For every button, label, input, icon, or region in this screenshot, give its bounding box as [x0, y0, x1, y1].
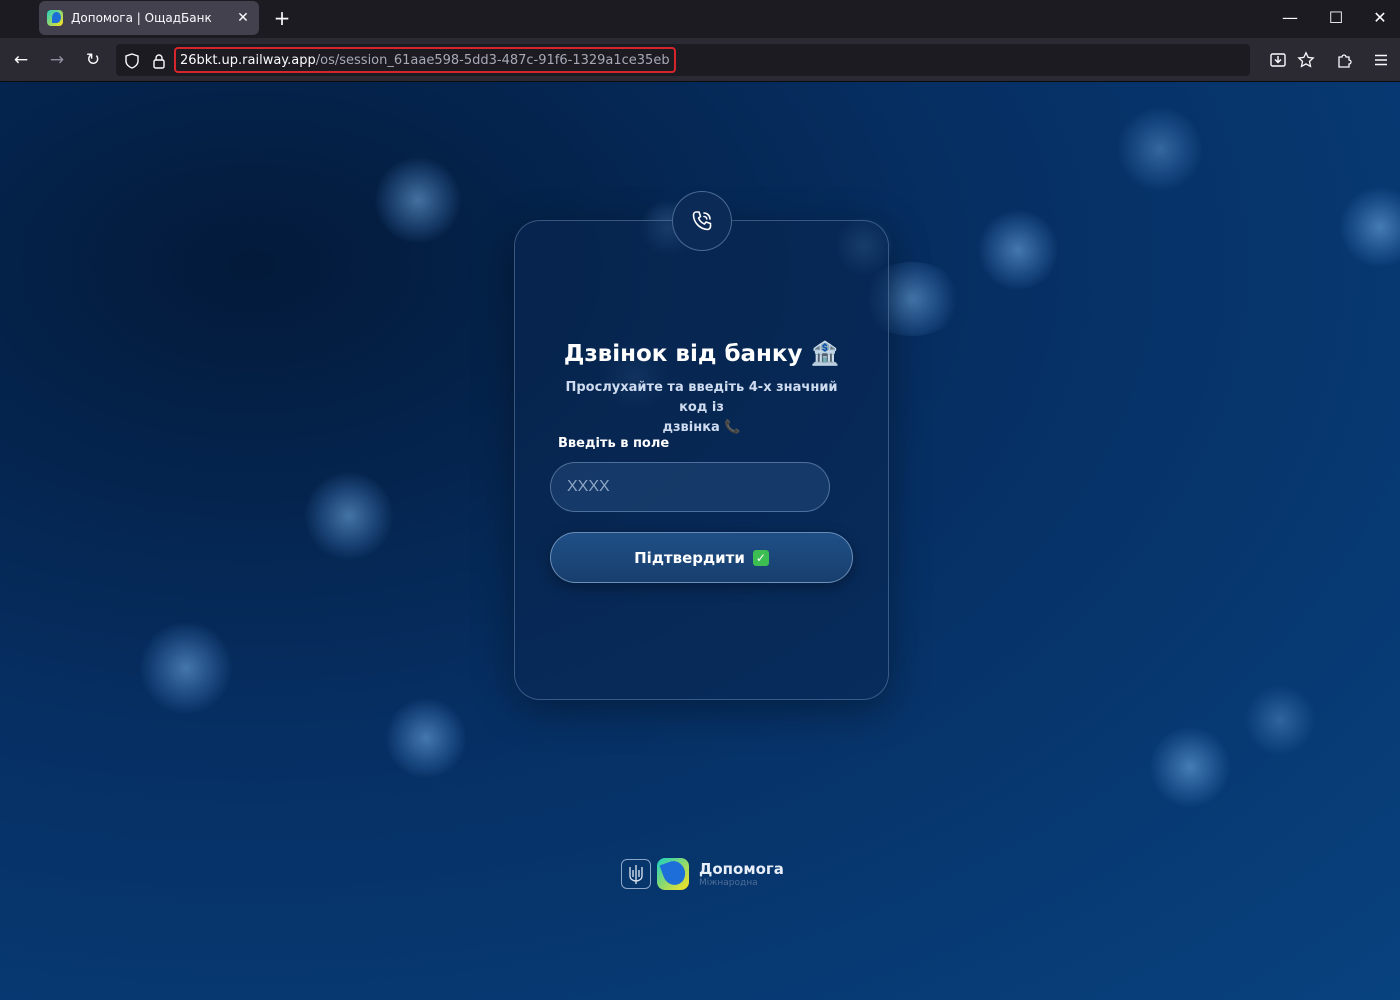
tab-close-icon[interactable]: ✕ [235, 10, 251, 26]
brand-text: Допомога Міжнародна [699, 860, 784, 889]
new-tab-button[interactable]: + [272, 7, 292, 29]
bokeh-light [978, 210, 1058, 290]
bokeh-light [375, 157, 461, 243]
bokeh-light [140, 622, 232, 714]
check-mark-icon: ✓ [752, 549, 769, 566]
window-maximize-button[interactable]: ☐ [1324, 6, 1348, 30]
brand-name: Допомога [699, 859, 784, 878]
confirm-button[interactable]: Підтвердити ✓ [550, 532, 853, 583]
menu-icon[interactable] [1370, 49, 1392, 71]
code-field-label: Введіть в поле [558, 436, 670, 451]
bokeh-light [1245, 685, 1315, 755]
forward-button[interactable]: → [46, 49, 68, 71]
bokeh-light [1150, 727, 1230, 807]
browser-nav-bar: ← → ↻ 26bkt.up.railway.app/os/session_61… [0, 38, 1400, 82]
bokeh-light [1340, 187, 1400, 267]
tab-title: Допомога | ОщадБанк [71, 11, 212, 25]
lock-icon[interactable] [149, 49, 169, 71]
bokeh-light [1118, 107, 1202, 191]
card-title: Дзвінок від банку 🏦 [563, 341, 840, 367]
url-text[interactable]: 26bkt.up.railway.app/os/session_61aae598… [174, 47, 676, 73]
browser-tab-bar: Допомога | ОщадБанк ✕ + — ☐ ✕ [0, 0, 1400, 38]
back-button[interactable]: ← [10, 49, 32, 71]
confirm-button-label: Підтвердити [634, 548, 745, 567]
tracking-protection-shield-icon[interactable] [122, 49, 142, 71]
bokeh-light [386, 698, 466, 778]
bokeh-light [305, 472, 393, 560]
url-path: /os/session_61aae598-5dd3-487c-91f6-1329… [315, 52, 670, 68]
brand-subtitle: Міжнародна [699, 877, 758, 888]
phone-call-icon [672, 191, 732, 251]
dopomoga-brand-icon [657, 858, 689, 890]
address-bar[interactable]: 26bkt.up.railway.app/os/session_61aae598… [116, 44, 1250, 76]
url-host: 26bkt.up.railway.app [180, 52, 316, 68]
footer-logo: Допомога Міжнародна [621, 856, 784, 892]
card-subtitle-line-1: Прослухайте та введіть 4-х значний код і… [565, 380, 838, 415]
verification-card [514, 220, 889, 700]
code-input[interactable] [550, 462, 830, 512]
card-subtitle: Прослухайте та введіть 4-х значний код і… [550, 378, 853, 438]
reload-button[interactable]: ↻ [82, 49, 104, 71]
ukraine-trident-icon [621, 859, 651, 889]
oschadbank-favicon-icon [47, 10, 63, 26]
window-minimize-button[interactable]: — [1278, 6, 1302, 30]
window-close-button[interactable]: ✕ [1368, 6, 1392, 30]
bookmark-star-icon[interactable] [1295, 49, 1317, 71]
extensions-icon[interactable] [1334, 49, 1356, 71]
download-icon[interactable] [1267, 49, 1289, 71]
card-subtitle-line-2: дзвінка 📞 [662, 420, 741, 435]
browser-tab-active[interactable]: Допомога | ОщадБанк ✕ [39, 1, 259, 35]
